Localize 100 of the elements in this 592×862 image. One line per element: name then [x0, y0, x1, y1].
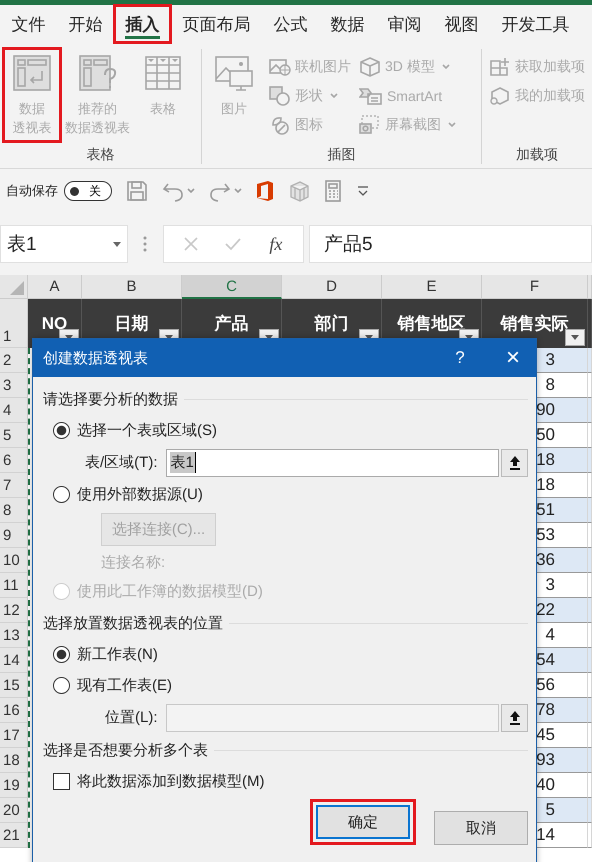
- text-field[interactable]: 表1: [166, 448, 500, 476]
- column-header[interactable]: C: [182, 275, 282, 299]
- row-header[interactable]: 10: [0, 548, 28, 573]
- row-header[interactable]: 17: [0, 723, 28, 748]
- ribbon-tab[interactable]: 公式: [262, 5, 319, 43]
- row-header[interactable]: 20: [0, 798, 28, 823]
- ribbon-tab[interactable]: 数据: [319, 5, 376, 43]
- customize-menu-icon: [356, 185, 370, 197]
- column-header[interactable]: A: [28, 275, 82, 299]
- ribbon-tab[interactable]: 文件: [0, 5, 57, 43]
- arrow-up-icon: [508, 454, 521, 470]
- office-logo-icon: [256, 180, 274, 202]
- section-title: 请选择要分析的数据: [43, 390, 178, 408]
- picture-icon: [214, 53, 254, 93]
- row-header[interactable]: 12: [0, 598, 28, 623]
- ribbon-tab[interactable]: 视图: [433, 5, 490, 43]
- option-label: 现有工作表(E): [77, 676, 172, 695]
- group-label: 表格: [85, 145, 116, 164]
- row-header[interactable]: 14: [0, 648, 28, 673]
- autosave-toggle[interactable]: 关: [64, 181, 112, 201]
- collapse-button[interactable]: [501, 448, 528, 476]
- row-header[interactable]: 4: [0, 398, 28, 423]
- header-label: 日期: [114, 313, 148, 335]
- caret-icon: [234, 188, 242, 194]
- column-header[interactable]: B: [82, 275, 182, 299]
- dialog-button[interactable]: 确定: [310, 799, 416, 845]
- box-icon: [489, 86, 511, 106]
- field-label: 表/区域(T):: [84, 453, 159, 472]
- radio-button[interactable]: [53, 646, 70, 663]
- group-label: 插图: [326, 145, 356, 164]
- shapes-icon: [268, 86, 291, 106]
- cube-icon: [358, 56, 381, 76]
- checkbox[interactable]: [53, 773, 70, 790]
- row-header[interactable]: 15: [0, 673, 28, 698]
- formula-field[interactable]: 产品5: [309, 225, 592, 263]
- row-header[interactable]: 3: [0, 373, 28, 398]
- check-icon: [224, 236, 242, 252]
- save-icon: [126, 180, 148, 202]
- caret-icon: [187, 188, 195, 194]
- row-header[interactable]: 6: [0, 448, 28, 473]
- ribbon-tab[interactable]: 开发工具: [490, 5, 581, 43]
- radio-button[interactable]: [53, 677, 70, 694]
- column-header[interactable]: F: [482, 275, 588, 299]
- dialog-title: 创建数据透视表: [43, 348, 149, 368]
- row-header[interactable]: 1: [0, 299, 28, 348]
- camera-icon: [358, 114, 381, 134]
- cancel-icon: [182, 236, 199, 252]
- table-grid-icon: [143, 53, 183, 93]
- row-header[interactable]: 11: [0, 573, 28, 598]
- field-label: 位置(L):: [104, 708, 159, 727]
- caret-icon: [448, 122, 456, 128]
- row-header[interactable]: 13: [0, 623, 28, 648]
- caret-icon: [442, 64, 450, 70]
- calculator-icon: [324, 180, 342, 202]
- section-title: 选择放置数据透视表的位置: [43, 614, 223, 632]
- option-label: 使用外部数据源(U): [77, 485, 203, 504]
- option-label: 选择一个表或区域(S): [77, 421, 217, 440]
- arrow-up-icon: [508, 710, 521, 726]
- collapse-button[interactable]: [501, 704, 528, 732]
- ribbon-tab[interactable]: 插入: [114, 5, 171, 43]
- row-header[interactable]: 8: [0, 498, 28, 523]
- row-header[interactable]: 9: [0, 523, 28, 548]
- online-picture-icon: [268, 56, 291, 76]
- add-grid-icon: [489, 56, 511, 76]
- cube-grid-icon: [288, 180, 310, 202]
- caret-icon: [330, 92, 338, 98]
- header-label: 产品: [214, 313, 248, 335]
- dropdown-arrow-icon: [571, 335, 579, 340]
- column-header[interactable]: D: [282, 275, 382, 299]
- section-title: 选择是否想要分析多个表: [43, 740, 208, 760]
- row-header[interactable]: 16: [0, 698, 28, 723]
- ribbon-tab[interactable]: 开始: [57, 5, 114, 43]
- header-label: NO: [42, 314, 68, 334]
- help-button[interactable]: ?: [440, 347, 480, 369]
- ribbon-tab[interactable]: 审阅: [376, 5, 433, 43]
- column-header[interactable]: E: [382, 275, 482, 299]
- row-header[interactable]: 21: [0, 823, 28, 848]
- select-all-icon: [10, 281, 24, 295]
- insert-function-button[interactable]: fx: [267, 234, 284, 254]
- pivot-table-icon: [12, 53, 52, 93]
- smartart-icon: [358, 86, 383, 106]
- recommended-pivot-icon: [78, 53, 118, 93]
- row-header[interactable]: 7: [0, 473, 28, 498]
- name-box[interactable]: 表1: [0, 225, 128, 263]
- ribbon-tab[interactable]: 页面布局: [171, 5, 262, 43]
- option-label: 使用此工作簿的数据模型(D): [77, 582, 263, 601]
- header-label: 销售实际: [500, 313, 568, 335]
- option-label: 将此数据添加到数据模型(M): [77, 772, 264, 791]
- splitter-icon: [143, 236, 147, 252]
- row-header[interactable]: 5: [0, 423, 28, 448]
- header-label: 部门: [314, 313, 348, 335]
- autosave-label: 自动保存: [6, 182, 58, 200]
- dialog-button[interactable]: 取消: [434, 811, 528, 845]
- option-label: 新工作表(N): [77, 645, 158, 664]
- radio-button[interactable]: [53, 422, 70, 439]
- connection-name-label: 连接名称:: [101, 552, 166, 572]
- row-header[interactable]: 19: [0, 773, 28, 798]
- radio-button[interactable]: [53, 486, 70, 503]
- row-header[interactable]: 18: [0, 748, 28, 773]
- row-header[interactable]: 2: [0, 348, 28, 373]
